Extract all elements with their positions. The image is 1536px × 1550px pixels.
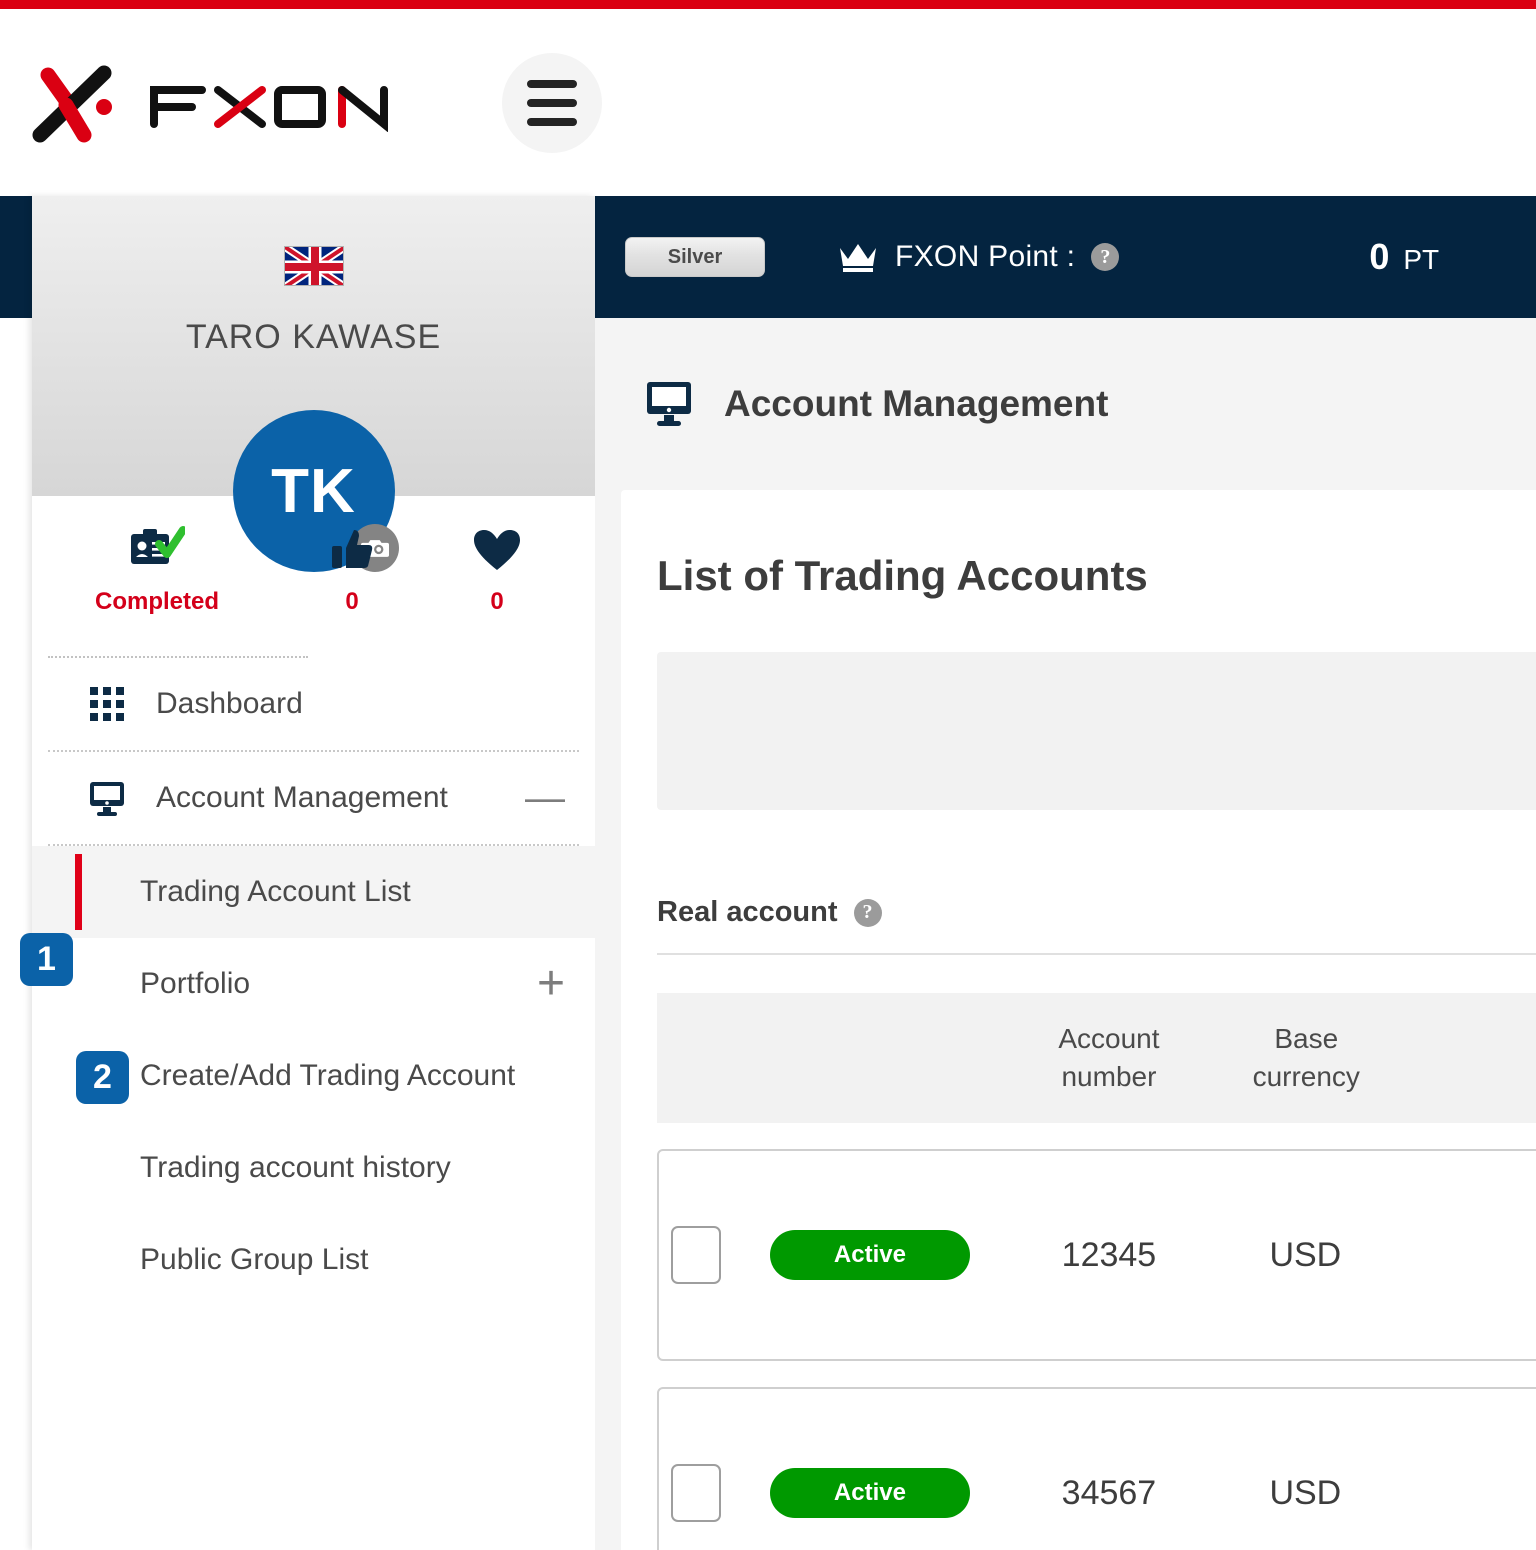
sidebar-item-public-group-list-label: Public Group List: [140, 1243, 369, 1276]
divider: [657, 953, 1536, 955]
content-placeholder-box: [657, 652, 1536, 810]
row-status-cell: Active: [733, 1230, 1008, 1280]
real-account-label: Real account: [657, 896, 838, 928]
membership-tier-badge[interactable]: Silver: [625, 237, 765, 277]
account-status-bar-content: Silver FXON Point : ? 0 PT: [595, 196, 1536, 318]
sidebar-item-account-management-label: Account Management: [156, 781, 448, 814]
stat-favorites[interactable]: 0: [422, 520, 572, 616]
row-select-cell: [659, 1464, 733, 1522]
fxon-point-value-group: 0 PT: [1369, 236, 1439, 278]
card-heading: List of Trading Accounts: [657, 552, 1148, 599]
hamburger-icon-line: [527, 79, 577, 88]
row-account-number-cell: 34567: [1007, 1474, 1210, 1513]
help-icon[interactable]: ?: [853, 898, 882, 927]
sidebar-item-trading-account-list-label: Trading Account List: [140, 875, 411, 908]
row-base-currency-cell: USD: [1211, 1474, 1401, 1513]
thumbs-up-icon: [282, 520, 422, 572]
step-badge-1: 1: [20, 933, 73, 986]
fxon-point-label: FXON Point :: [895, 240, 1076, 273]
monitor-icon: [86, 780, 128, 816]
hamburger-icon-line: [527, 117, 577, 126]
fxon-point-group: FXON Point : ?: [837, 240, 1120, 274]
heart-icon: [422, 520, 572, 572]
sidebar-item-portfolio[interactable]: Portfolio +: [32, 938, 595, 1030]
fxon-logo[interactable]: [26, 61, 416, 145]
row-checkbox[interactable]: [670, 1226, 721, 1284]
fxon-point-value: 0: [1369, 236, 1390, 277]
sidebar-item-public-group-list[interactable]: Public Group List: [32, 1214, 595, 1306]
app-root: Silver FXON Point : ? 0 PT TARO KAWASE T…: [0, 0, 1536, 1550]
stat-likes-label: 0: [345, 588, 359, 615]
column-header-account-number-line2: number: [1061, 1061, 1157, 1092]
sidebar-item-dashboard-label: Dashboard: [156, 687, 303, 720]
fxon-logo-wordmark: [150, 85, 388, 132]
uk-flag-icon[interactable]: [283, 246, 344, 286]
brand-accent-bar: [0, 0, 1536, 9]
column-header-base-currency-line2: currency: [1252, 1061, 1360, 1092]
row-status-cell: Active: [733, 1468, 1008, 1518]
table-row[interactable]: Active 34567 USD: [657, 1387, 1536, 1550]
page-header: Account Management: [595, 318, 1536, 490]
column-header-base-currency: Base currency: [1211, 1020, 1402, 1096]
hamburger-icon-line: [527, 98, 577, 107]
row-checkbox[interactable]: [670, 1464, 721, 1522]
base-currency-value: USD: [1269, 1235, 1342, 1274]
hamburger-menu-button[interactable]: [502, 52, 602, 153]
status-badge[interactable]: Active: [769, 1230, 970, 1280]
sidebar-item-trading-account-list[interactable]: Trading Account List: [32, 846, 595, 938]
sidebar-item-portfolio-label: Portfolio: [140, 967, 251, 1000]
base-currency-value: USD: [1269, 1473, 1342, 1512]
accounts-table-header: Account number Base currency: [657, 993, 1536, 1123]
help-icon[interactable]: ?: [1091, 243, 1120, 271]
fxon-logo-mark: [32, 65, 112, 142]
sidebar-item-account-management[interactable]: Account Management —: [32, 752, 595, 844]
profile-header: TARO KAWASE TK: [32, 196, 595, 572]
sidebar-item-dashboard[interactable]: Dashboard: [32, 658, 595, 750]
fxon-point-unit: PT: [1403, 244, 1440, 275]
column-header-base-currency-line1: Base: [1274, 1023, 1339, 1055]
account-number-value: 34567: [1061, 1473, 1157, 1512]
crown-icon: [840, 244, 876, 272]
sidebar-item-trading-account-history-label: Trading account history: [140, 1151, 451, 1184]
column-header-account-number: Account number: [1007, 1020, 1211, 1096]
profile-stats: Completed 0 0: [32, 496, 595, 630]
column-header-account-number-line1: Account: [1058, 1023, 1160, 1055]
stat-likes[interactable]: 0: [282, 520, 422, 616]
brand-header: [0, 9, 1536, 196]
row-select-cell: [659, 1226, 733, 1284]
stat-verification-label: Completed: [94, 588, 219, 615]
expand-plus-icon[interactable]: +: [537, 960, 565, 1007]
id-card-check-icon: [32, 520, 282, 572]
collapse-minus-icon[interactable]: —: [525, 778, 565, 818]
content-card: List of Trading Accounts Real account ? …: [621, 490, 1536, 1550]
main-content: Account Management List of Trading Accou…: [595, 318, 1536, 1550]
grid-icon: [86, 687, 128, 721]
status-badge[interactable]: Active: [769, 1468, 970, 1518]
stat-favorites-label: 0: [490, 588, 504, 615]
row-base-currency-cell: USD: [1211, 1236, 1401, 1275]
profile-user-name: TARO KAWASE: [185, 318, 442, 356]
table-row[interactable]: Active 12345 USD: [657, 1149, 1536, 1361]
row-account-number-cell: 12345: [1007, 1236, 1210, 1275]
real-account-section-header: Real account ?: [657, 896, 1536, 929]
page-title: Account Management: [724, 383, 1109, 424]
stat-verification[interactable]: Completed: [32, 520, 282, 616]
account-number-value: 12345: [1061, 1235, 1157, 1274]
sidebar-item-trading-account-history[interactable]: Trading account history: [32, 1122, 595, 1214]
monitor-icon: [645, 380, 697, 428]
step-badge-2: 2: [76, 1051, 129, 1104]
sidebar: TARO KAWASE TK Completed 0 0 Dashboard A…: [32, 196, 595, 1550]
sidebar-item-create-add-trading-account-label: Create/Add Trading Account: [140, 1059, 516, 1092]
